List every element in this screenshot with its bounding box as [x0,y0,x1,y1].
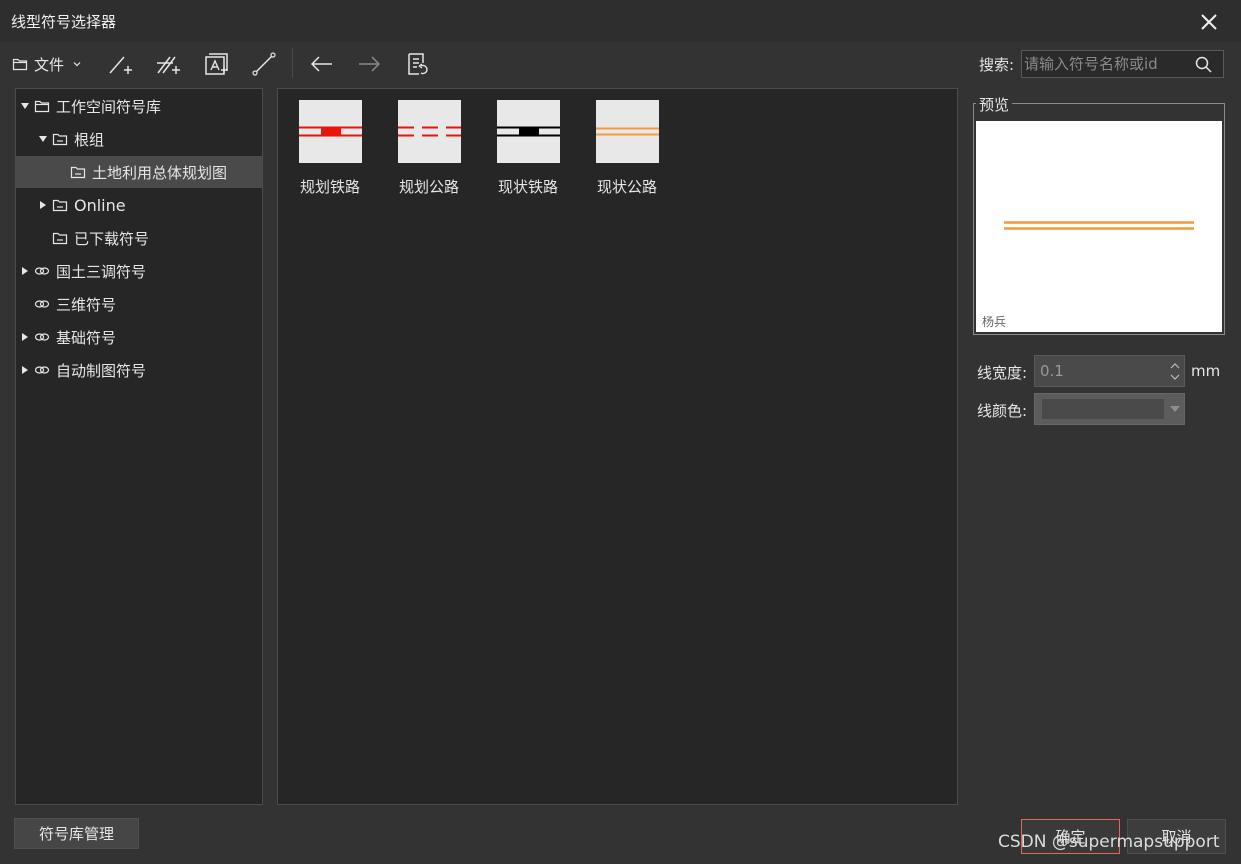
toolbar-separator [292,48,293,78]
edit-line-button[interactable] [251,50,277,78]
folder-icon [34,100,50,113]
symbol-label: 规划公路 [398,178,459,196]
csdn-watermark: CSDN @supermapsupport [998,832,1220,852]
arrow-right-icon [359,56,381,72]
tree-item-label: 已下载符号 [74,229,150,248]
existing-road-thumbnail [596,100,659,163]
search-label: 搜索: [979,56,1015,74]
tree-item-online[interactable]: Online [16,189,262,221]
line-width-unit: mm [1191,362,1221,380]
collapsed-triangle-icon[interactable] [20,266,30,276]
tree-item-basic-symbols[interactable]: 基础符号 [16,321,262,353]
link-icon [34,366,50,374]
expanded-triangle-icon[interactable] [38,134,48,144]
line-color-swatch [1042,399,1164,419]
collapsed-triangle-icon[interactable] [20,332,30,342]
new-line-symbol-button[interactable] [107,50,133,78]
line-width-label: 线宽度: [977,364,1028,382]
planned-railway-thumbnail [299,100,362,163]
line-segment-icon [252,52,276,76]
tree-item-3d-symbols[interactable]: 三维符号 [16,288,262,320]
tree-item-workspace-library[interactable]: 工作空间符号库 [16,90,262,122]
preview-line [1004,221,1194,230]
import-symbol-icon [205,53,228,75]
line-width-value: 0.1 [1040,362,1064,380]
expanded-triangle-icon[interactable] [20,101,30,111]
file-menu-button[interactable]: 文件 [12,50,82,78]
search-icon[interactable] [1194,55,1214,75]
symbol-label: 现状公路 [596,178,657,196]
tree-item-label: Online [74,195,126,215]
symbol-item-planned-railway[interactable]: 规划铁路 [285,100,375,200]
document-edit-icon [408,53,428,75]
folder-icon [70,166,86,179]
symbol-library-manage-button[interactable]: 符号库管理 [14,818,139,849]
link-icon [34,333,50,341]
close-icon[interactable] [1195,8,1223,36]
tree-item-label: 工作空间符号库 [56,97,162,116]
toolbar: 文件 搜索: 请输入符号名称或id [0,42,1241,86]
planned-road-thumbnail [398,100,461,163]
search-box [1021,50,1224,78]
search-input[interactable] [1024,53,1189,75]
folder-icon [52,133,68,146]
manage-button-label: 符号库管理 [38,825,114,843]
preview-group: 杨兵 [973,103,1225,335]
tree-item-label: 根组 [74,130,105,149]
import-symbol-button[interactable] [203,50,229,78]
add-multi-line-button[interactable] [155,50,181,78]
title-bar: 线型符号选择器 [0,0,1241,42]
tree-item-label: 国土三调符号 [56,262,147,281]
tree-item-label: 自动制图符号 [56,361,147,380]
tree-item-label: 基础符号 [56,328,117,347]
tree-item-auto-mapping[interactable]: 自动制图符号 [16,354,262,386]
tree-item-root-group[interactable]: 根组 [16,123,262,155]
dropdown-arrow-icon[interactable] [1170,406,1180,413]
tree-item-label: 三维符号 [56,295,117,314]
symbol-label: 现状铁路 [497,178,558,196]
existing-railway-thumbnail [497,100,560,163]
symbol-item-existing-road[interactable]: 现状公路 [582,100,672,200]
line-width-spinbox[interactable]: 0.1 [1034,355,1185,387]
line-color-label: 线颜色: [977,402,1028,420]
chevron-down-icon [73,62,81,67]
folder-icon [12,58,28,71]
link-icon [34,267,50,275]
add-multi-line-icon [157,56,180,74]
symbol-item-existing-railway[interactable]: 现状铁路 [483,100,573,200]
tree-item-land-survey[interactable]: 国土三调符号 [16,255,262,287]
tree-item-downloaded[interactable]: 已下载符号 [16,222,262,254]
symbol-label: 规划铁路 [299,178,360,196]
collapsed-triangle-icon[interactable] [38,200,48,210]
tree-item-label: 土地利用总体规划图 [92,163,228,182]
symbol-item-planned-road[interactable]: 规划公路 [384,100,474,200]
line-color-picker[interactable] [1034,393,1185,425]
add-line-icon [109,56,132,74]
folder-icon [52,199,68,212]
spin-down-icon[interactable] [1169,372,1181,382]
arrow-left-icon [310,56,332,72]
link-icon [34,300,50,308]
forward-button[interactable] [356,50,382,78]
back-button[interactable] [309,50,335,78]
collapsed-triangle-icon[interactable] [20,365,30,375]
preview-watermark: 杨兵 [982,315,1007,329]
window-title: 线型符号选择器 [11,13,117,31]
file-menu-label: 文件 [34,55,65,74]
preview-title: 预览 [976,94,1013,115]
tree-item-land-use-plan[interactable]: 土地利用总体规划图 [16,156,262,188]
spin-up-icon[interactable] [1169,361,1181,371]
symbol-grid: 规划铁路 规划公路 现状铁路 现状公路 [277,88,958,805]
preview-canvas: 杨兵 [976,121,1222,332]
symbol-properties-button[interactable] [405,50,431,78]
folder-icon [52,232,68,245]
symbol-library-tree[interactable]: 工作空间符号库 根组 土地利用总体规划图 Online 已下载符号 国土三调符号… [15,88,263,805]
